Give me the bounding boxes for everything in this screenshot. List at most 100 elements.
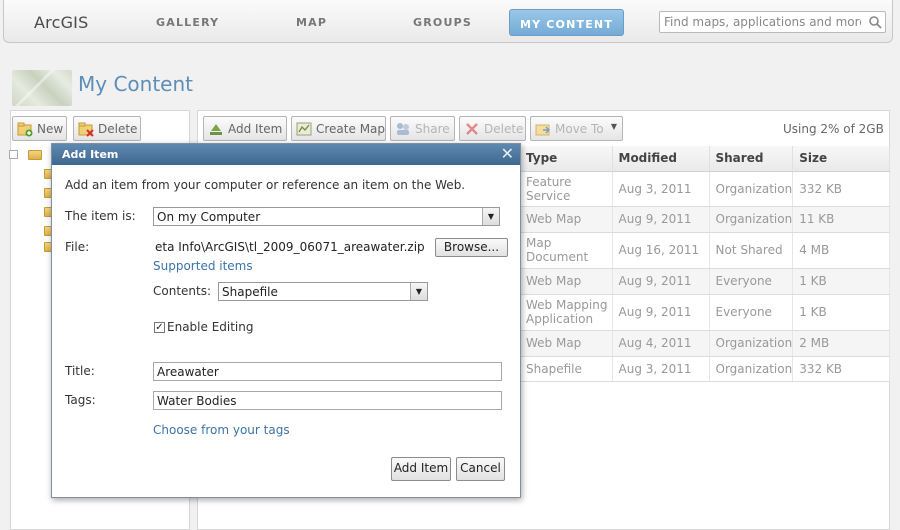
column-header-shared[interactable]: Shared [709,146,794,172]
contents-value: Shapefile [222,285,278,299]
new-folder-icon [17,122,33,137]
top-navigation-bar: ArcGIS GALLERY MAP GROUPS MY CONTENT [3,0,893,43]
title-label: Title: [65,364,95,378]
cell-type: Web Map [520,206,613,233]
column-header-size[interactable]: Size [792,146,890,172]
move-to-label: Move To [555,122,604,136]
share-button[interactable]: Share [390,116,455,141]
contents-select[interactable]: Shapefile ▼ [218,282,428,301]
table-row[interactable]: Web Map Aug 4, 2011 Organization 2 MB [520,330,890,357]
tree-collapse-toggle[interactable] [9,150,18,159]
cell-type: Web Mapping Application [520,294,613,331]
table-row[interactable]: Feature Service Aug 3, 2011 Organization… [520,171,890,207]
title-field[interactable]: Areawater [153,362,502,381]
cell-shared: Not Shared [709,232,794,269]
table-row[interactable]: Web Mapping Application Aug 9, 2011 Ever… [520,294,890,331]
cell-type: Web Map [520,330,613,357]
cell-type: Feature Service [520,171,613,207]
browse-button[interactable]: Browse... [435,238,508,257]
share-label: Share [415,122,450,136]
column-header-type[interactable]: Type [520,146,613,172]
move-to-button[interactable]: Move To ▼ [530,116,623,141]
close-icon[interactable]: ✕ [501,145,514,163]
storage-usage: Using 2% of 2GB [783,122,884,136]
cell-modified: Aug 9, 2011 [612,268,710,295]
chevron-down-icon[interactable]: ▼ [410,283,427,300]
tab-gallery[interactable]: GALLERY [156,16,219,29]
add-item-dialog: Add Item ✕ Add an item from your compute… [51,143,521,498]
create-map-label: Create Map [316,122,386,136]
item-is-label: The item is: [65,209,136,223]
cell-shared: Organization [709,171,794,207]
enable-editing-checkbox[interactable]: ✓ [154,322,165,333]
cell-modified: Aug 9, 2011 [612,206,710,233]
cell-type: Shapefile [520,356,613,382]
cell-shared: Organization [709,356,794,382]
new-label: New [37,122,64,136]
supported-items-link[interactable]: Supported items [153,259,253,273]
new-folder-button[interactable]: New [12,116,67,141]
search-box [659,11,886,33]
search-icon[interactable] [868,15,882,29]
table-row[interactable]: Web Map Aug 9, 2011 Everyone 1 KB [520,268,890,295]
content-table: Type Modified Shared Size Feature Servic… [520,146,890,382]
add-item-icon [210,124,222,135]
cell-modified: Aug 16, 2011 [612,232,710,269]
cell-size: 332 KB [792,356,890,382]
tab-groups[interactable]: GROUPS [413,16,472,29]
tab-map[interactable]: MAP [296,16,327,29]
table-row[interactable]: Map Document Aug 16, 2011 Not Shared 4 M… [520,232,890,269]
item-source-select[interactable]: On my Computer ▼ [153,207,500,226]
page-title: My Content [78,72,193,96]
add-item-label: Add Item [228,122,283,136]
cell-shared: Organization [709,330,794,357]
table-row[interactable]: Shapefile Aug 3, 2011 Organization 332 K… [520,356,890,382]
delete-label: Delete [484,122,524,136]
tags-label: Tags: [65,393,96,407]
dialog-titlebar: Add Item ✕ [52,144,520,165]
create-map-button[interactable]: Create Map [291,116,386,141]
add-item-button[interactable]: Add Item [203,116,287,141]
choose-tags-link[interactable]: Choose from your tags [153,423,290,437]
dialog-title: Add Item [62,148,119,161]
cancel-button[interactable]: Cancel [456,457,505,481]
cell-modified: Aug 3, 2011 [612,356,710,382]
cell-type: Map Document [520,232,613,269]
file-path-field[interactable]: eta Info\ArcGIS\tl_2009_06071_areawater.… [153,238,434,257]
folder-icon[interactable] [28,150,42,160]
contents-label: Contents: [153,284,212,298]
cell-size: 332 KB [792,171,890,207]
column-header-modified[interactable]: Modified [612,146,710,172]
chevron-down-icon[interactable]: ▼ [482,208,499,225]
create-map-icon [296,122,312,136]
delete-folder-icon [78,122,94,137]
delete-folder-button[interactable]: Delete [73,116,141,141]
content-thumbnail [12,70,72,106]
add-item-submit-button[interactable]: Add Item [391,457,451,481]
cell-size: 2 MB [792,330,890,357]
cell-type: Web Map [520,268,613,295]
cell-shared: Everyone [709,268,794,295]
cell-size: 11 KB [792,206,890,233]
file-label: File: [65,240,90,254]
cell-shared: Everyone [709,294,794,331]
cell-modified: Aug 9, 2011 [612,294,710,331]
delete-icon [466,123,478,135]
share-icon [397,123,409,135]
enable-editing-label: Enable Editing [167,320,254,334]
search-input[interactable] [660,12,865,32]
table-row[interactable]: Web Map Aug 9, 2011 Organization 11 KB [520,206,890,233]
cell-modified: Aug 3, 2011 [612,171,710,207]
tags-field[interactable]: Water Bodies [153,391,502,410]
chevron-down-icon: ▼ [610,122,617,131]
move-to-icon [535,124,550,136]
item-source-value: On my Computer [157,210,261,224]
cell-shared: Organization [709,206,794,233]
tab-my-content[interactable]: MY CONTENT [509,9,624,36]
dialog-intro: Add an item from your computer or refere… [65,178,466,192]
cell-modified: Aug 4, 2011 [612,330,710,357]
cell-size: 4 MB [792,232,890,269]
cell-size: 1 KB [792,294,890,331]
arcgis-logo[interactable]: ArcGIS [34,13,88,32]
delete-button[interactable]: Delete [459,116,526,141]
